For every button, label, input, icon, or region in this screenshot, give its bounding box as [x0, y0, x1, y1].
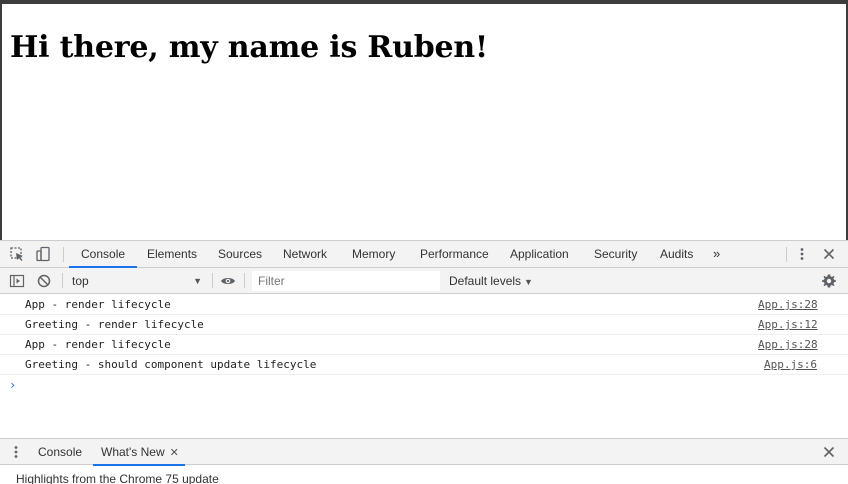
tab-close-icon[interactable]: ✕ — [170, 447, 179, 459]
drawer-tab-whats-new[interactable]: What's New ✕ — [93, 439, 185, 466]
tab-security[interactable]: Security — [594, 241, 637, 267]
console-message-text: Greeting - should component update lifec… — [25, 358, 317, 371]
tab-elements[interactable]: Elements — [147, 241, 197, 267]
drawer-close-icon[interactable] — [821, 444, 837, 460]
inspect-element-icon[interactable] — [9, 246, 25, 262]
console-source-link[interactable]: App.js:28 — [758, 298, 818, 311]
page-viewport: Hi there, my name is Ruben! — [2, 4, 846, 240]
filter-input[interactable] — [252, 271, 440, 291]
drawer-tab-whats-new-label: What's New — [101, 445, 165, 459]
devtools-panel: Console Elements Sources Network Memory … — [0, 240, 848, 484]
devtools-tabbar: Console Elements Sources Network Memory … — [0, 241, 848, 268]
console-log-area: App - render lifecycle App.js:28 Greetin… — [0, 295, 848, 438]
tab-network[interactable]: Network — [283, 241, 327, 267]
console-source-link[interactable]: App.js:6 — [764, 358, 817, 371]
drawer-tabbar: Console What's New ✕ — [0, 438, 848, 466]
context-selector[interactable]: top ▼ — [66, 271, 206, 291]
page-heading: Hi there, my name is Ruben! — [10, 30, 488, 65]
chevron-down-icon: ▼ — [193, 276, 202, 286]
console-message-row: Greeting - render lifecycle App.js:12 — [0, 315, 848, 335]
tab-sources[interactable]: Sources — [218, 241, 262, 267]
tab-console[interactable]: Console — [68, 241, 138, 268]
tab-audits[interactable]: Audits — [660, 241, 693, 267]
console-message-row: App - render lifecycle App.js:28 — [0, 295, 848, 315]
console-message-row: Greeting - should component update lifec… — [0, 355, 848, 375]
chevron-down-icon: ▼ — [524, 277, 533, 287]
console-source-link[interactable]: App.js:28 — [758, 338, 818, 351]
context-selector-value: top — [72, 274, 89, 288]
tabbar-divider — [63, 247, 64, 262]
console-prompt-icon[interactable]: › — [9, 378, 16, 392]
drawer-tab-console[interactable]: Console — [38, 439, 82, 465]
console-message-text: App - render lifecycle — [25, 338, 171, 351]
close-icon[interactable] — [821, 246, 837, 262]
log-levels-dropdown[interactable]: Default levels ▼ — [449, 271, 533, 291]
toolbar-divider-2 — [212, 273, 213, 288]
toolbar-divider — [62, 273, 63, 288]
eye-icon[interactable] — [220, 273, 236, 294]
console-source-link[interactable]: App.js:12 — [758, 318, 818, 331]
clear-console-icon[interactable] — [36, 273, 52, 294]
console-message-text: App - render lifecycle — [25, 298, 171, 311]
tab-application[interactable]: Application — [510, 241, 569, 267]
tabbar-divider-right — [786, 247, 787, 262]
console-message-text: Greeting - render lifecycle — [25, 318, 204, 331]
whats-new-heading: Highlights from the Chrome 75 update — [16, 472, 219, 484]
gear-icon[interactable] — [821, 273, 837, 294]
tab-memory[interactable]: Memory — [352, 241, 395, 267]
log-levels-label: Default levels — [449, 274, 522, 288]
device-toolbar-icon[interactable] — [35, 246, 51, 262]
more-options-icon[interactable] — [794, 246, 810, 262]
console-toolbar: top ▼ Default levels▼ — [0, 268, 848, 294]
more-tabs-chevron-icon[interactable]: » — [713, 241, 720, 267]
sidebar-toggle-icon[interactable] — [9, 273, 25, 294]
drawer-menu-icon[interactable] — [8, 444, 24, 460]
toolbar-divider-3 — [244, 273, 245, 288]
console-message-row: App - render lifecycle App.js:28 — [0, 335, 848, 355]
tab-performance[interactable]: Performance — [420, 241, 489, 267]
